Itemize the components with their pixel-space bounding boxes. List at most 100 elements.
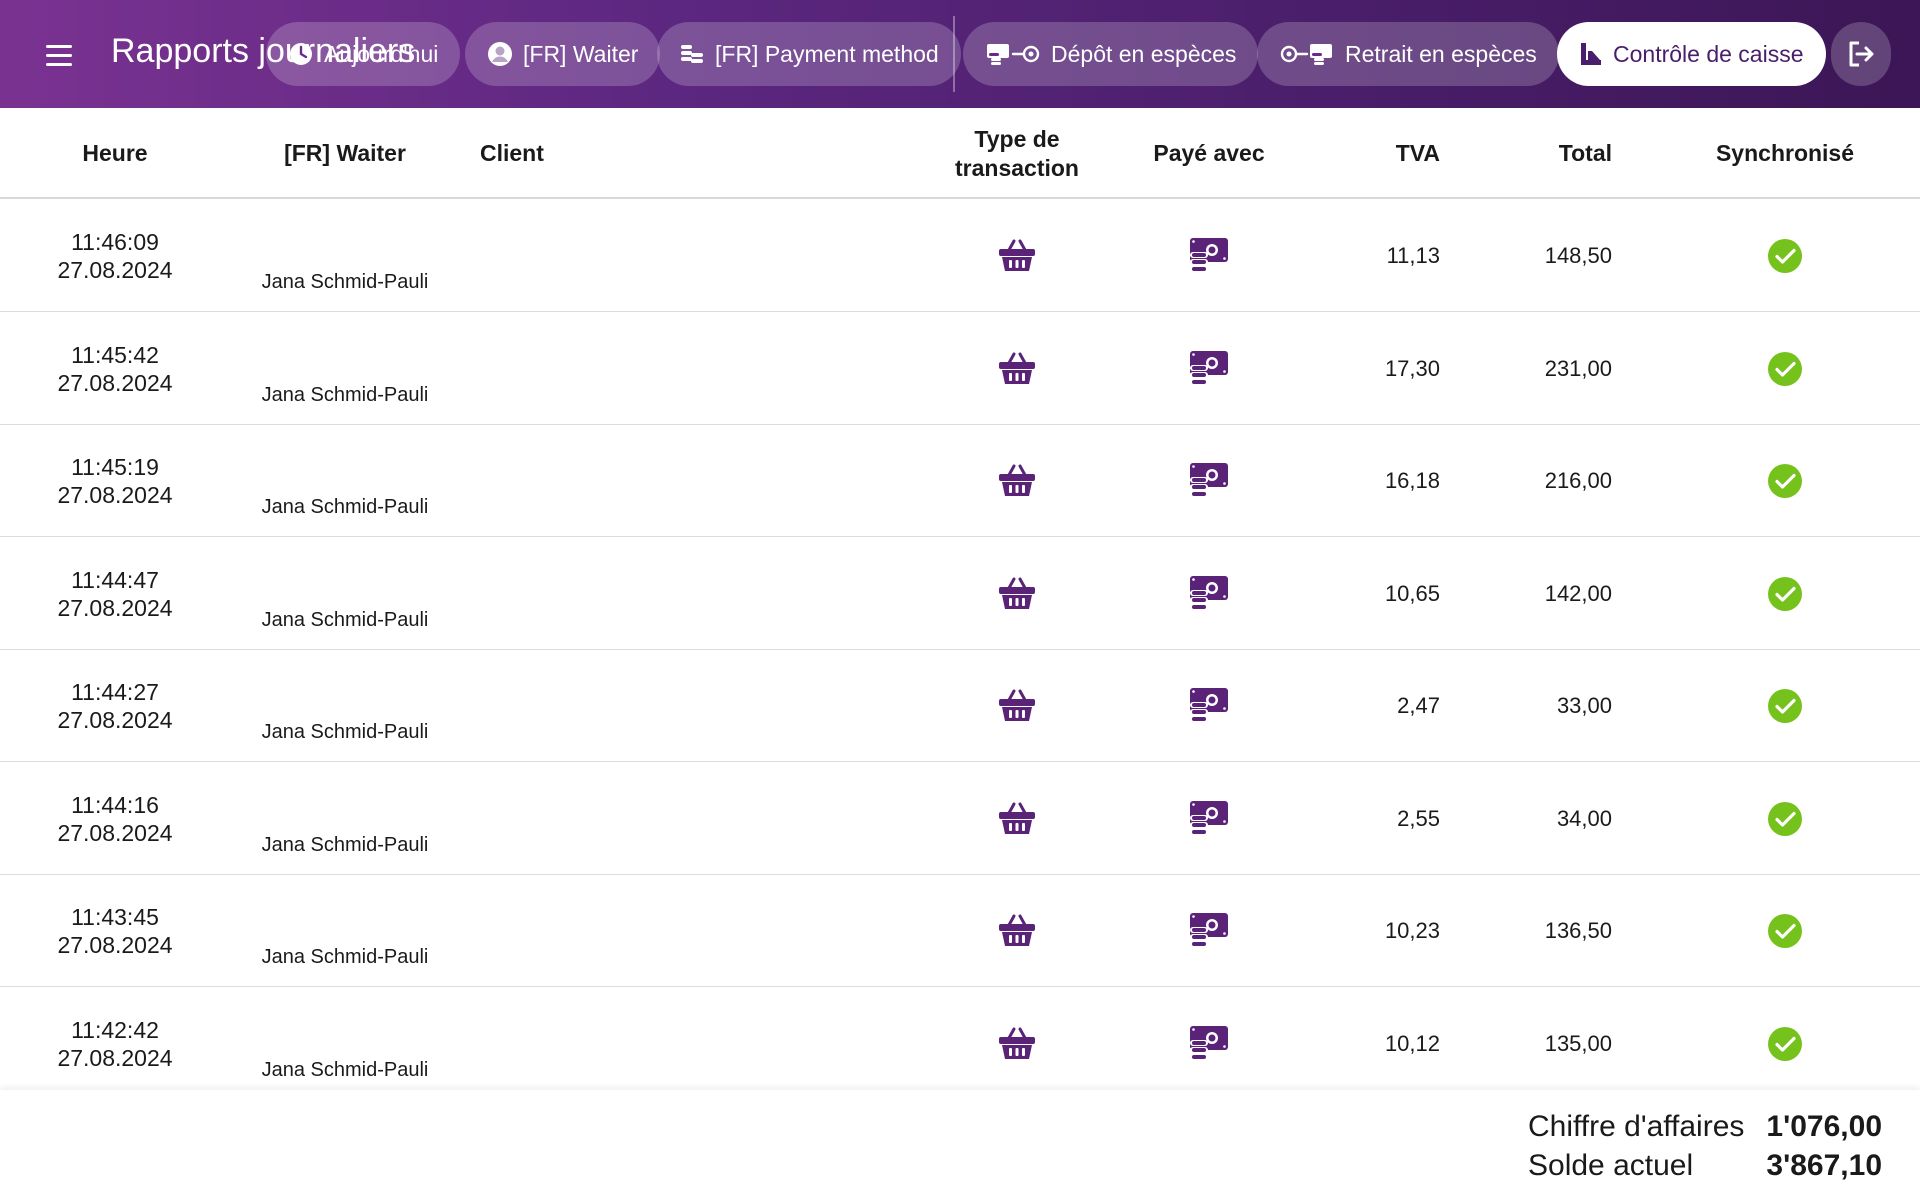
basket-icon xyxy=(997,913,1037,949)
cash-deposit-button[interactable]: Dépôt en espèces xyxy=(963,22,1259,86)
row-time: 11:42:42 xyxy=(71,1016,159,1043)
cash-withdrawal-icon xyxy=(1280,44,1332,65)
table-row[interactable]: 11:45:19 27.08.2024 Jana Schmid-Pauli 16… xyxy=(0,425,1920,537)
row-vat: 10,23 xyxy=(1384,918,1440,943)
coins-stack-icon xyxy=(681,45,703,63)
row-vat: 2,55 xyxy=(1397,805,1440,831)
row-date: 27.08.2024 xyxy=(57,819,173,846)
row-datetime: 11:42:42 27.08.2024 xyxy=(15,988,215,1091)
row-waiter: Jana Schmid-Pauli xyxy=(261,833,429,856)
sync-check-icon xyxy=(1767,576,1803,612)
revenue-label: Chiffre d'affaires xyxy=(1528,1110,1745,1143)
user-avatar-icon xyxy=(488,42,512,66)
row-total: 34,00 xyxy=(1556,805,1612,831)
column-header-client[interactable]: Client xyxy=(480,108,780,199)
table-row[interactable]: 11:43:45 27.08.2024 Jana Schmid-Pauli 10… xyxy=(0,875,1920,987)
row-datetime: 11:45:42 27.08.2024 xyxy=(15,313,215,425)
cash-control-label: Contrôle de caisse xyxy=(1613,40,1804,67)
transactions-table-body: 11:46:09 27.08.2024 Jana Schmid-Pauli 11… xyxy=(0,200,1920,1090)
row-synced xyxy=(1685,988,1885,1091)
row-transaction-type xyxy=(917,425,1117,537)
toolbar-divider xyxy=(953,16,955,92)
basket-icon xyxy=(997,1026,1037,1062)
row-transaction-type xyxy=(917,200,1117,312)
row-date: 27.08.2024 xyxy=(57,482,173,508)
row-datetime: 11:44:27 27.08.2024 xyxy=(15,650,215,762)
table-header: Heure [FR] Waiter Client Type de transac… xyxy=(0,108,1920,199)
sync-check-icon xyxy=(1767,688,1803,724)
column-header-synced[interactable]: Synchronisé xyxy=(1685,108,1885,199)
row-vat: 2,47 xyxy=(1397,693,1440,718)
payment-method-filter-button[interactable]: [FR] Payment method xyxy=(657,22,961,86)
row-waiter: Jana Schmid-Pauli xyxy=(261,1058,429,1081)
payment-method-filter-label: [FR] Payment method xyxy=(715,40,939,67)
table-row[interactable]: 11:44:16 27.08.2024 Jana Schmid-Pauli 2,… xyxy=(0,763,1920,875)
row-time: 11:45:42 xyxy=(71,341,159,368)
cash-control-button[interactable]: Contrôle de caisse xyxy=(1557,22,1826,86)
row-transaction-type xyxy=(917,313,1117,425)
table-row[interactable]: 11:46:09 27.08.2024 Jana Schmid-Pauli 11… xyxy=(0,200,1920,312)
row-client xyxy=(480,425,780,537)
row-waiter: Jana Schmid-Pauli xyxy=(261,946,429,968)
cash-withdrawal-button[interactable]: Retrait en espèces xyxy=(1257,22,1559,86)
waiter-filter-button[interactable]: [FR] Waiter xyxy=(465,22,661,86)
hamburger-menu-icon[interactable] xyxy=(38,34,80,76)
cash-icon xyxy=(1189,799,1229,839)
row-date: 27.08.2024 xyxy=(57,707,173,733)
row-waiter: Jana Schmid-Pauli xyxy=(261,271,429,293)
logout-icon xyxy=(1849,41,1874,67)
column-header-transaction-type[interactable]: Type de transaction xyxy=(917,108,1117,199)
cash-icon xyxy=(1189,686,1229,726)
cash-deposit-icon xyxy=(987,44,1040,65)
row-time: 11:44:16 xyxy=(71,791,159,818)
table-row[interactable]: 11:44:27 27.08.2024 Jana Schmid-Pauli 2,… xyxy=(0,650,1920,762)
row-total: 33,00 xyxy=(1556,693,1612,718)
bar-chart-icon xyxy=(1581,43,1601,65)
column-header-transaction-type-line2: transaction xyxy=(955,154,1079,181)
row-client xyxy=(480,538,780,650)
column-header-vat[interactable]: TVA xyxy=(1317,108,1517,199)
row-total: 216,00 xyxy=(1544,468,1612,493)
sync-check-icon xyxy=(1767,238,1803,274)
balance-value: 3'867,10 xyxy=(1766,1149,1882,1182)
basket-icon xyxy=(997,801,1037,837)
row-synced xyxy=(1685,313,1885,425)
row-waiter: Jana Schmid-Pauli xyxy=(261,383,429,406)
row-synced xyxy=(1685,425,1885,537)
row-transaction-type xyxy=(917,538,1117,650)
today-button[interactable]: Aujourd'hui xyxy=(266,22,461,86)
row-waiter: Jana Schmid-Pauli xyxy=(261,721,429,743)
cash-icon xyxy=(1189,911,1229,951)
basket-icon xyxy=(997,351,1037,387)
row-date: 27.08.2024 xyxy=(57,1044,173,1071)
logout-button[interactable] xyxy=(1831,22,1891,86)
row-synced xyxy=(1685,875,1885,987)
row-client xyxy=(480,875,780,987)
row-client xyxy=(480,200,780,312)
table-row[interactable]: 11:42:42 27.08.2024 Jana Schmid-Pauli 10… xyxy=(0,988,1920,1091)
row-transaction-type xyxy=(917,763,1117,875)
row-time: 11:44:47 xyxy=(71,566,159,593)
column-header-total[interactable]: Total xyxy=(1489,108,1689,199)
row-date: 27.08.2024 xyxy=(57,932,173,958)
column-header-vat-label: TVA xyxy=(1395,140,1440,166)
row-client xyxy=(480,988,780,1091)
row-transaction-type xyxy=(917,988,1117,1091)
row-synced xyxy=(1685,200,1885,312)
table-row[interactable]: 11:45:42 27.08.2024 Jana Schmid-Pauli 17… xyxy=(0,313,1920,425)
row-transaction-type xyxy=(917,650,1117,762)
table-row[interactable]: 11:44:47 27.08.2024 Jana Schmid-Pauli 10… xyxy=(0,538,1920,650)
column-header-time[interactable]: Heure xyxy=(15,108,215,199)
basket-icon xyxy=(997,238,1037,274)
row-vat: 10,65 xyxy=(1384,580,1440,606)
row-synced xyxy=(1685,763,1885,875)
revenue-value: 1'076,00 xyxy=(1766,1110,1882,1143)
balance-label: Solde actuel xyxy=(1528,1149,1694,1182)
basket-icon xyxy=(997,688,1037,724)
sync-check-icon xyxy=(1767,913,1803,949)
column-header-waiter[interactable]: [FR] Waiter xyxy=(245,108,445,199)
column-header-paid-with[interactable]: Payé avec xyxy=(1109,108,1309,199)
row-datetime: 11:43:45 27.08.2024 xyxy=(15,875,215,987)
row-total: 231,00 xyxy=(1544,355,1612,381)
row-client xyxy=(480,313,780,425)
